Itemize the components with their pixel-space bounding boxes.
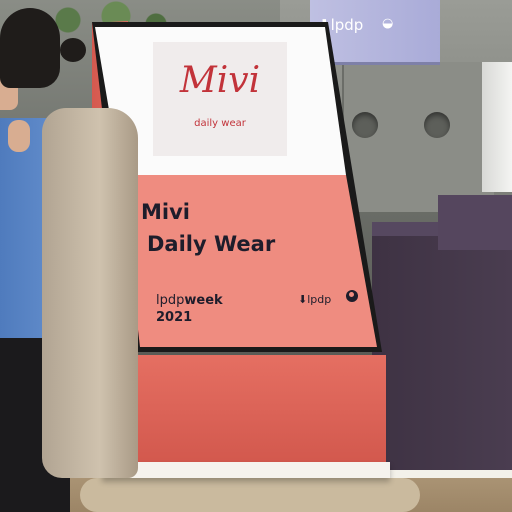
person-hair-bun: [60, 38, 86, 62]
floor-platform: [80, 478, 420, 512]
kiosk-base: [130, 355, 386, 465]
person-hand: [8, 120, 30, 152]
dark-pedestal: [372, 225, 512, 475]
person-coat: [42, 108, 138, 478]
wall-hole: [352, 112, 378, 138]
light-column: [482, 62, 512, 192]
kiosk-plinth: [102, 462, 390, 478]
wall-hole: [424, 112, 450, 138]
person-hair: [0, 8, 60, 88]
exhibition-photo: ⬇lpdp ◒ Mivi daily wear Mivi Daily Wear …: [0, 0, 512, 512]
pedestal-glow: [372, 470, 512, 478]
partner-logo-icon: ◒: [382, 16, 394, 31]
pedestal-box: [438, 195, 512, 250]
